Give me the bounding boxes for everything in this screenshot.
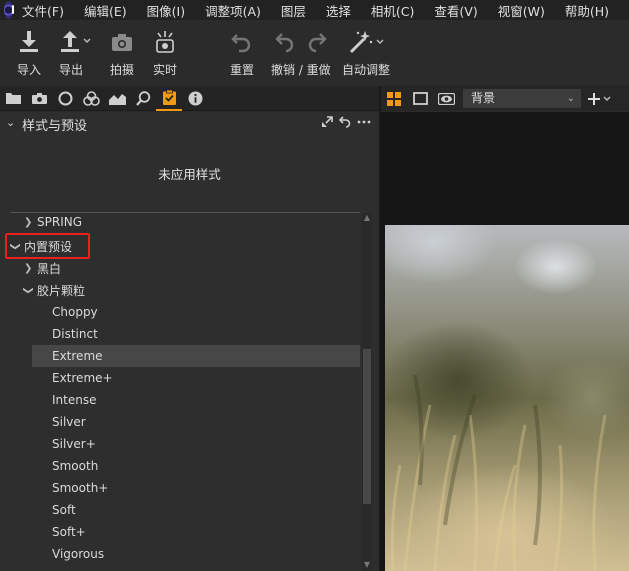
camera-icon: [31, 93, 47, 104]
capture-button[interactable]: 拍摄: [110, 29, 134, 78]
grid-icon: [387, 91, 401, 106]
preset-item[interactable]: Choppy: [0, 301, 362, 323]
annotation-highlight-box: [5, 233, 90, 259]
scroll-down-arrow-icon[interactable]: ▼: [362, 560, 372, 569]
preset-item-selected[interactable]: Extreme: [32, 345, 360, 367]
reset-icon: [230, 29, 254, 55]
export-icon: [59, 29, 93, 55]
tree-item-film-grain[interactable]: ❯ 胶片颗粒: [0, 279, 362, 301]
add-layer-button[interactable]: [588, 89, 614, 108]
import-icon: [18, 29, 40, 55]
export-label: 导出: [59, 63, 84, 77]
menu-edit[interactable]: 编辑(E): [84, 1, 127, 20]
import-label: 导入: [17, 63, 42, 77]
scroll-up-arrow-icon[interactable]: ▲: [362, 213, 372, 222]
clipboard-check-icon: [162, 89, 176, 105]
tab-metadata[interactable]: [182, 86, 208, 111]
expand-icon[interactable]: [321, 116, 333, 128]
menu-file[interactable]: 文件(F): [22, 1, 64, 20]
layer-select-value: 背景: [471, 91, 496, 105]
viewer-toolbar: 背景 ⌄: [381, 86, 629, 111]
preset-item[interactable]: Intense: [0, 389, 362, 411]
camera-icon: [110, 29, 134, 55]
preset-item[interactable]: Extreme+: [0, 367, 362, 389]
panel-title: 样式与预设: [22, 119, 88, 134]
menu-select[interactable]: 选择: [326, 1, 351, 20]
export-button[interactable]: 导出: [59, 29, 93, 78]
chevron-down-icon: ⌄: [566, 93, 575, 104]
live-view-icon: [152, 29, 178, 55]
grass-texture: [390, 374, 607, 571]
preset-item[interactable]: Soft+: [0, 521, 362, 543]
capture-label: 拍摄: [110, 63, 135, 77]
tool-tabs: [0, 86, 379, 111]
preset-item[interactable]: Vigorous: [0, 543, 362, 565]
chevron-right-icon: ❯: [24, 262, 33, 274]
image-viewer[interactable]: [381, 112, 629, 571]
auto-adjust-label: 自动调整: [342, 63, 391, 77]
menu-bar: 文件(F) 编辑(E) 图像(I) 调整项(A) 图层 选择 相机(C) 查看(…: [0, 0, 629, 20]
magic-wand-icon: [346, 29, 386, 55]
tree-item-bw[interactable]: ❯ 黑白: [0, 257, 362, 279]
single-frame-icon: [412, 92, 428, 105]
preview-button[interactable]: [433, 86, 459, 111]
menu-layers[interactable]: 图层: [281, 1, 306, 20]
single-view-button[interactable]: [407, 86, 433, 111]
magnifier-icon: [135, 90, 150, 106]
preset-item[interactable]: Soft: [0, 499, 362, 521]
chevron-right-icon: ❯: [24, 216, 33, 228]
info-icon: [188, 91, 202, 105]
preset-item[interactable]: Distinct: [0, 323, 362, 345]
color-circles-icon: [82, 90, 100, 106]
tab-color[interactable]: [78, 86, 104, 111]
preset-item[interactable]: Silver+: [0, 433, 362, 455]
reset-button[interactable]: 重置: [230, 29, 254, 78]
undo-redo-icon: [274, 29, 328, 55]
chevron-down-icon: ❯: [22, 285, 34, 295]
tab-library[interactable]: [0, 86, 26, 111]
menu-camera[interactable]: 相机(C): [371, 1, 414, 20]
reset-icon[interactable]: [339, 116, 351, 128]
layer-select[interactable]: 背景 ⌄: [463, 89, 581, 108]
folder-icon: [5, 93, 21, 104]
live-button[interactable]: 实时: [152, 29, 178, 78]
photo-preview[interactable]: [385, 225, 629, 571]
reset-label: 重置: [230, 63, 255, 77]
more-icon[interactable]: [357, 116, 371, 128]
preset-item[interactable]: Smooth+: [0, 477, 362, 499]
chevron-down-icon[interactable]: ⌄: [6, 116, 15, 129]
menu-image[interactable]: 图像(I): [147, 1, 185, 20]
tab-styles[interactable]: [156, 86, 182, 111]
panel-header: ⌄ 样式与预设: [0, 112, 379, 136]
menu-help[interactable]: 帮助(H): [565, 1, 609, 20]
menu-window[interactable]: 视窗(W): [498, 1, 545, 20]
exposure-icon: [108, 93, 126, 105]
preset-item[interactable]: Smooth: [0, 455, 362, 477]
import-button[interactable]: 导入: [17, 29, 41, 78]
preset-item[interactable]: Silver: [0, 411, 362, 433]
auto-adjust-button[interactable]: 自动调整: [342, 29, 390, 78]
tab-exposure[interactable]: [104, 86, 130, 111]
main-toolbar: 导入 导出 拍摄 实时 重置 撤销 / 重做 自动调整: [0, 20, 629, 84]
eye-icon: [437, 92, 455, 105]
app-logo[interactable]: [4, 1, 15, 19]
undo-redo-button[interactable]: 撤销 / 重做: [271, 29, 331, 78]
tree-item-spring[interactable]: ❯ SPRING: [0, 211, 362, 233]
panel-actions: [321, 116, 371, 128]
applied-style-status: 未应用样式: [158, 167, 221, 182]
lens-icon: [58, 91, 72, 105]
undo-redo-label: 撤销 / 重做: [271, 63, 331, 77]
menu-adjustments[interactable]: 调整项(A): [205, 1, 261, 20]
menu-view[interactable]: 查看(V): [434, 1, 477, 20]
tab-lens[interactable]: [52, 86, 78, 111]
plus-icon: [588, 92, 611, 105]
tree-scrollbar[interactable]: ▲ ▼: [362, 213, 372, 571]
tab-details[interactable]: [130, 86, 156, 111]
scroll-thumb[interactable]: [363, 349, 371, 504]
live-label: 实时: [152, 63, 177, 77]
grid-view-button[interactable]: [381, 86, 407, 111]
tab-capture[interactable]: [26, 86, 52, 111]
